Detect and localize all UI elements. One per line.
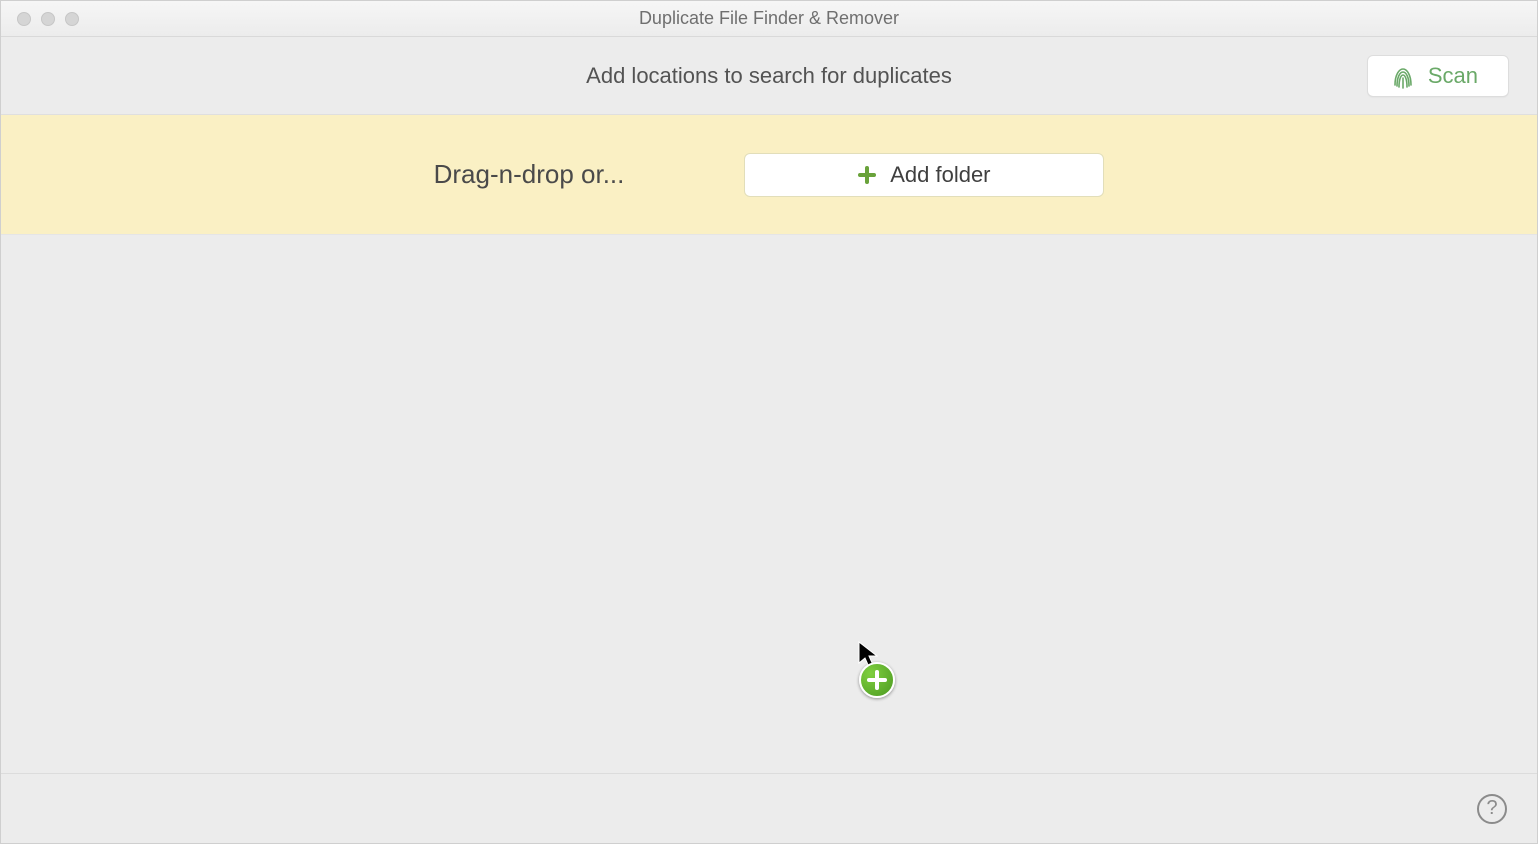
help-button[interactable]: ? bbox=[1477, 794, 1507, 824]
minimize-window-button[interactable] bbox=[41, 12, 55, 26]
app-window: Duplicate File Finder & Remover Add loca… bbox=[0, 0, 1538, 844]
window-title: Duplicate File Finder & Remover bbox=[1, 8, 1537, 29]
drag-drop-text: Drag-n-drop or... bbox=[434, 159, 625, 190]
close-window-button[interactable] bbox=[17, 12, 31, 26]
drop-zone[interactable]: Drag-n-drop or... Add folder bbox=[1, 115, 1537, 235]
traffic-lights bbox=[1, 12, 79, 26]
footer: ? bbox=[1, 773, 1537, 843]
zoom-window-button[interactable] bbox=[65, 12, 79, 26]
fingerprint-icon bbox=[1392, 63, 1414, 89]
add-folder-label: Add folder bbox=[890, 162, 990, 188]
add-folder-button[interactable]: Add folder bbox=[744, 153, 1104, 197]
toolbar: Add locations to search for duplicates S… bbox=[1, 37, 1537, 115]
cursor-add-badge-icon bbox=[859, 662, 895, 698]
titlebar[interactable]: Duplicate File Finder & Remover bbox=[1, 1, 1537, 37]
scan-button[interactable]: Scan bbox=[1367, 55, 1509, 97]
main-area[interactable] bbox=[1, 235, 1537, 773]
instruction-text: Add locations to search for duplicates bbox=[586, 63, 952, 89]
plus-icon bbox=[858, 166, 876, 184]
scan-button-label: Scan bbox=[1428, 63, 1478, 89]
